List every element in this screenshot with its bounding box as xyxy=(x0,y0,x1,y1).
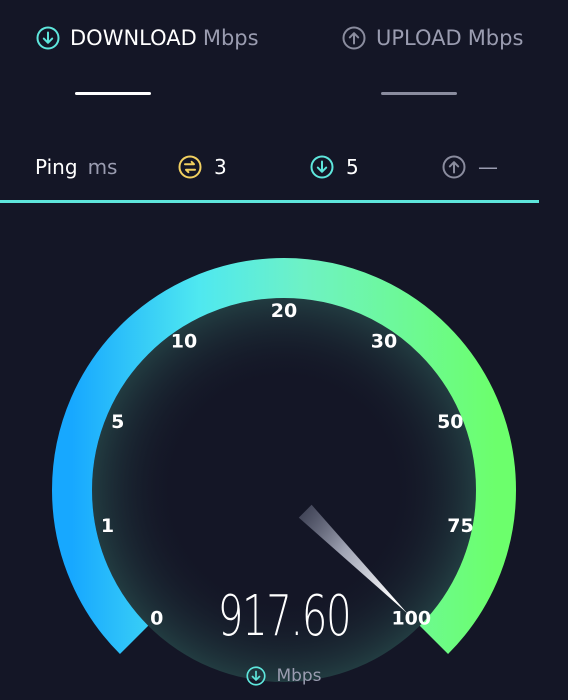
ping-idle-value: 3 xyxy=(214,155,227,179)
gauge-tick-label: 75 xyxy=(447,515,473,537)
upload-icon xyxy=(442,155,466,179)
ping-upload-value: — xyxy=(478,155,498,179)
gauge-tick-label: 1 xyxy=(101,515,114,537)
gauge-tick-label: 5 xyxy=(111,411,124,433)
speed-value: 917.60 xyxy=(217,584,352,649)
ping-upload: — xyxy=(442,155,498,179)
gauge-tick-label: 50 xyxy=(437,411,463,433)
tab-download[interactable]: DOWNLOAD Mbps xyxy=(36,26,259,50)
speed-unit: Mbps xyxy=(276,666,322,686)
ping-download-value: 5 xyxy=(346,155,359,179)
tab-download-label: DOWNLOAD xyxy=(70,26,197,50)
tab-upload[interactable]: UPLOAD Mbps xyxy=(342,26,523,50)
gauge-tick-label: 0 xyxy=(150,607,163,629)
upload-icon xyxy=(342,26,366,50)
ping-unit: ms xyxy=(87,155,118,179)
download-icon xyxy=(36,26,60,50)
ping-idle: 3 xyxy=(178,155,227,179)
tab-download-unit: Mbps xyxy=(202,26,259,50)
ping-label-group: Ping ms xyxy=(35,155,117,179)
download-icon xyxy=(246,666,267,686)
progress-line xyxy=(0,200,539,203)
tab-upload-underline xyxy=(381,92,457,95)
gauge-tick-label: 30 xyxy=(371,330,397,352)
tab-upload-label: UPLOAD xyxy=(376,26,462,50)
ping-idle-icon xyxy=(178,155,202,179)
gauge-tick-label: 100 xyxy=(391,607,431,629)
ping-download: 5 xyxy=(310,155,359,179)
gauge-tick-label: 10 xyxy=(171,330,197,352)
download-icon xyxy=(310,155,334,179)
gauge-tick-label: 20 xyxy=(271,300,297,322)
ping-label: Ping xyxy=(35,155,78,179)
tab-download-underline xyxy=(75,92,151,95)
tab-upload-unit: Mbps xyxy=(467,26,524,50)
speed-unit-group: Mbps xyxy=(0,666,568,686)
